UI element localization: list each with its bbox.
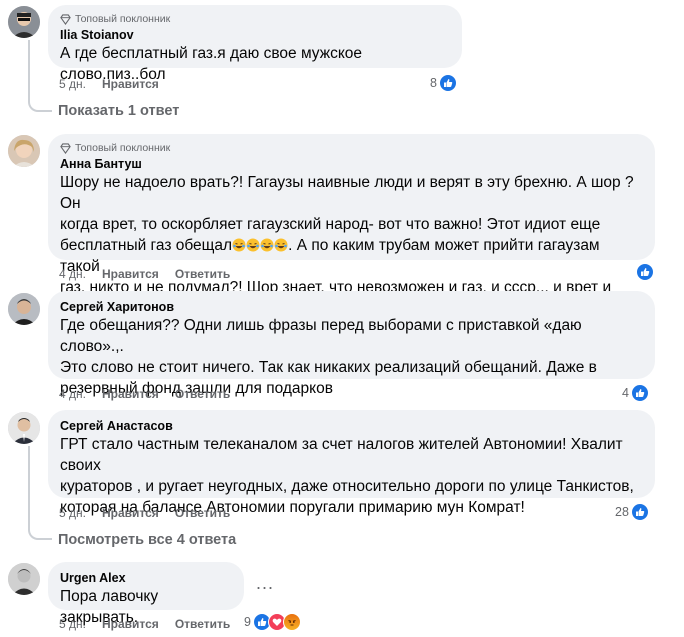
text-line: ГРТ стало частным телеканалом за счет на…	[60, 436, 623, 474]
like-reaction-icon	[630, 503, 649, 521]
reaction-count[interactable]: 8	[430, 74, 457, 92]
thread-connector	[28, 40, 52, 112]
comment-meta: 5 дн. Нравится Ответить	[59, 617, 230, 631]
comment-author[interactable]: Urgen Alex	[60, 570, 232, 586]
reaction-count[interactable]: 28	[615, 503, 649, 521]
top-fan-badge: Топовый поклонник	[60, 13, 450, 25]
comment-meta: 4 дн. Нравится Ответить	[59, 267, 230, 281]
comment-author[interactable]: Анна Бантуш	[60, 156, 643, 172]
text-line: когда врет, то оскорбляет гагаузский нар…	[60, 216, 601, 233]
text-segment: бесплатный газ обещал	[60, 237, 233, 254]
angry-reaction-icon	[282, 613, 301, 631]
reaction-number: 28	[615, 505, 629, 519]
comment-author[interactable]: Сергей Анастасов	[60, 418, 643, 434]
like-reaction-icon	[636, 263, 654, 281]
comment-author[interactable]: Ilia Stoianov	[60, 27, 450, 43]
laughing-emoji-icon	[260, 238, 274, 252]
comment-bubble: Сергей Анастасов ГРТ стало частным телек…	[48, 410, 655, 516]
timestamp[interactable]: 4 дн.	[59, 387, 86, 401]
diamond-icon	[60, 142, 71, 154]
text-line: кураторов , и ругает неугодных, даже отн…	[60, 478, 634, 495]
timestamp[interactable]: 5 дн.	[59, 77, 86, 91]
avatar[interactable]	[8, 293, 40, 325]
show-replies-link[interactable]: Показать 1 ответ	[58, 103, 179, 119]
badge-label: Топовый поклонник	[75, 13, 171, 25]
reply-button[interactable]: Ответить	[175, 387, 230, 401]
reply-button[interactable]: Ответить	[175, 617, 230, 631]
like-reaction-icon	[438, 74, 457, 92]
comment-bubble: Топовый поклонник Анна Бантуш Шору не на…	[48, 134, 655, 317]
timestamp[interactable]: 4 дн.	[59, 267, 86, 281]
text-line: Где обещания?? Одни лишь фразы перед выб…	[60, 317, 582, 355]
comment-bubble: Сергей Харитонов Где обещания?? Одни лиш…	[48, 291, 655, 397]
badge-label: Топовый поклонник	[75, 142, 171, 154]
diamond-icon	[60, 13, 71, 25]
laughing-emoji-icon	[246, 238, 260, 252]
view-all-replies-link[interactable]: Посмотреть все 4 ответа	[58, 532, 236, 548]
like-button[interactable]: Нравится	[102, 506, 159, 520]
comment-meta: 5 дн. Нравится	[59, 77, 159, 91]
like-button[interactable]: Нравится	[102, 387, 159, 401]
timestamp[interactable]: 5 дн.	[59, 617, 86, 631]
avatar[interactable]	[8, 135, 40, 167]
laughing-emoji-icon	[232, 238, 246, 252]
timestamp[interactable]: 5 дн.	[59, 506, 86, 520]
text-line: Шору не надоело врать?! Гагаузы наивные …	[60, 174, 634, 212]
reaction-count[interactable]	[636, 263, 654, 281]
like-button[interactable]: Нравится	[102, 77, 159, 91]
comment-meta: 4 дн. Нравится Ответить	[59, 387, 230, 401]
like-button[interactable]: Нравится	[102, 617, 159, 631]
like-reaction-icon	[630, 384, 649, 402]
avatar[interactable]	[8, 6, 40, 38]
reaction-number: 9	[244, 615, 251, 629]
avatar[interactable]	[8, 412, 40, 444]
reaction-count[interactable]: 4	[622, 384, 649, 402]
reaction-count[interactable]: 9	[244, 613, 301, 631]
comment-bubble: Топовый поклонник Ilia Stoianov А где бе…	[48, 5, 462, 83]
reaction-number: 4	[622, 386, 629, 400]
like-button[interactable]: Нравится	[102, 267, 159, 281]
comment-bubble: Urgen Alex Пора лавочку закрывать.	[48, 562, 244, 626]
top-fan-badge: Топовый поклонник	[60, 142, 643, 154]
reaction-number: 8	[430, 76, 437, 90]
laughing-emoji-icon	[274, 238, 288, 252]
comment-author[interactable]: Сергей Харитонов	[60, 299, 643, 315]
reply-button[interactable]: Ответить	[175, 506, 230, 520]
thread-connector	[28, 446, 52, 540]
more-options-icon[interactable]: ...	[256, 573, 274, 594]
comment-meta: 5 дн. Нравится Ответить	[59, 506, 230, 520]
avatar[interactable]	[8, 563, 40, 595]
reply-button[interactable]: Ответить	[175, 267, 230, 281]
text-line: Это слово не стоит ничего. Так как никак…	[60, 359, 597, 376]
